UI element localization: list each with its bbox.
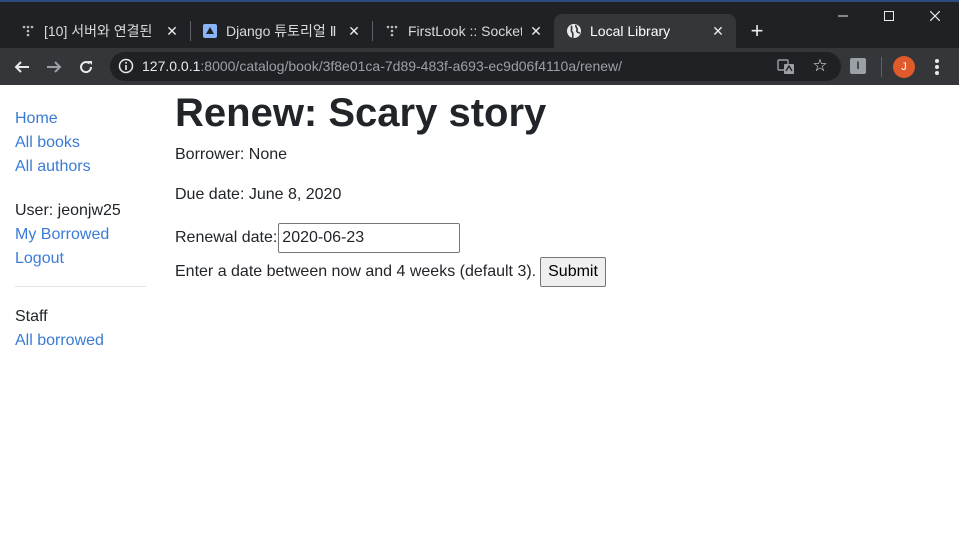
browser-menu-icon[interactable]: [927, 57, 947, 77]
url-path: :8000/catalog/book/3f8e01ca-7d89-483f-a6…: [200, 58, 623, 74]
bookmark-star-icon[interactable]: ☆: [810, 56, 830, 76]
sidebar-link-all-books[interactable]: All books: [15, 131, 146, 155]
close-icon[interactable]: ✕: [528, 23, 544, 39]
close-icon[interactable]: ✕: [710, 23, 726, 39]
mdn-icon: [202, 23, 218, 39]
sidebar-divider: [15, 286, 146, 287]
address-bar[interactable]: 127.0.0.1:8000/catalog/book/3f8e01ca-7d8…: [110, 52, 841, 81]
due-date-text: Due date: June 8, 2020: [175, 186, 342, 203]
back-arrow-icon: [14, 61, 29, 73]
page-title: Renew: Scary story: [175, 91, 547, 135]
renewal-help-text: Enter a date between now and 4 weeks (de…: [175, 263, 537, 280]
sidebar-link-home[interactable]: Home: [15, 107, 146, 131]
info-icon[interactable]: [118, 58, 134, 74]
sidebar-link-all-borrowed[interactable]: All borrowed: [15, 329, 146, 353]
renewal-date-label: Renewal date:: [175, 229, 278, 246]
close-window-button[interactable]: [912, 2, 958, 30]
reload-icon: [80, 61, 93, 74]
close-icon[interactable]: ✕: [164, 23, 180, 39]
extension-icon[interactable]: I: [850, 58, 866, 74]
window-accent-line: [0, 0, 959, 2]
back-button[interactable]: [8, 53, 36, 81]
renewal-date-row: Renewal date:: [175, 223, 935, 253]
tistory-icon: [384, 23, 400, 39]
tab-title: [10] 서버와 연결된: [44, 23, 153, 39]
url-host: 127.0.0.1: [142, 58, 201, 74]
submit-button[interactable]: Submit: [540, 257, 606, 287]
main-content: Renew: Scary story Borrower: None Due da…: [175, 85, 935, 287]
minimize-button[interactable]: [820, 2, 866, 30]
staff-label: Staff: [15, 308, 48, 325]
translate-icon[interactable]: [777, 58, 795, 76]
forward-arrow-icon: [47, 61, 62, 73]
toolbar-divider: [881, 57, 882, 77]
sidebar-link-all-authors[interactable]: All authors: [15, 155, 146, 179]
borrower-text: Borrower: None: [175, 146, 288, 163]
tab-title: Django 튜토리얼 Ⅱ: [226, 23, 337, 39]
sidebar: Home All books All authors User: jeonjw2…: [15, 107, 146, 353]
tab-title: Local Library: [590, 23, 671, 39]
tab-1[interactable]: [10] 서버와 연결된 ✕: [8, 14, 190, 48]
tab-2[interactable]: Django 튜토리얼 Ⅱ ✕: [190, 14, 372, 48]
renew-form: Renewal date: Enter a date between now a…: [175, 223, 935, 287]
help-row: Enter a date between now and 4 weeks (de…: [175, 257, 935, 287]
maximize-button[interactable]: [866, 2, 912, 30]
page-content: Home All books All authors User: jeonjw2…: [0, 85, 959, 543]
forward-button[interactable]: [40, 53, 68, 81]
browser-toolbar: 127.0.0.1:8000/catalog/book/3f8e01ca-7d8…: [0, 48, 959, 85]
tab-strip: [10] 서버와 연결된 ✕ Django 튜토리얼 Ⅱ ✕ FirstLook…: [0, 0, 959, 48]
sidebar-link-logout[interactable]: Logout: [15, 247, 146, 271]
tab-3[interactable]: FirstLook :: Socket ✕: [372, 14, 554, 48]
url-text: 127.0.0.1:8000/catalog/book/3f8e01ca-7d8…: [142, 58, 622, 74]
close-icon[interactable]: ✕: [346, 23, 362, 39]
tab-local-library[interactable]: Local Library ✕: [554, 14, 736, 48]
new-tab-button[interactable]: +: [744, 19, 770, 45]
reload-button[interactable]: [72, 53, 100, 81]
sidebar-link-my-borrowed[interactable]: My Borrowed: [15, 223, 146, 247]
tistory-icon: [20, 23, 36, 39]
globe-icon: [566, 23, 582, 39]
tab-title: FirstLook :: Socket: [408, 23, 522, 39]
profile-avatar[interactable]: J: [893, 56, 915, 78]
renewal-date-input[interactable]: [278, 223, 461, 253]
user-label: User: jeonjw25: [15, 202, 121, 219]
